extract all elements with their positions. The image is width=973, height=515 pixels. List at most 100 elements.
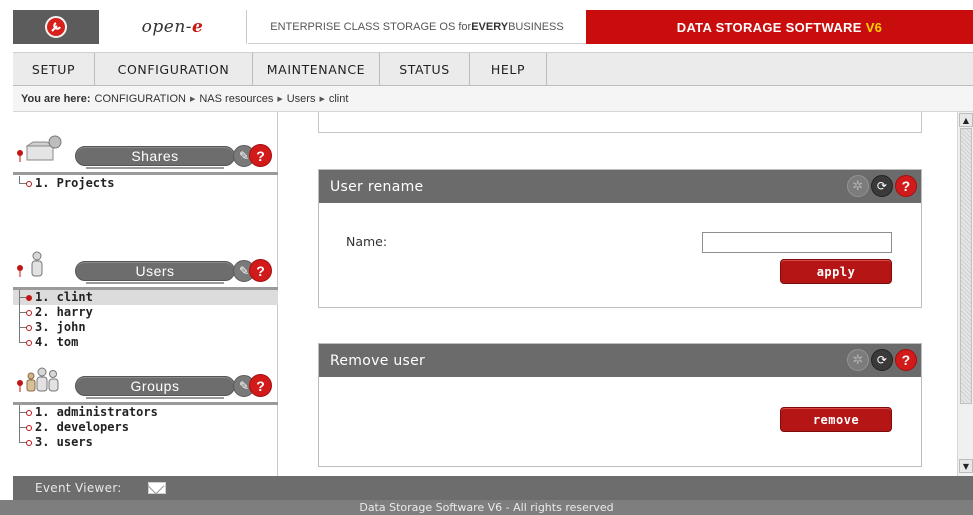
tree-vertical-line	[19, 427, 20, 435]
breadcrumb-arrow-icon: ▶	[189, 95, 196, 103]
name-input[interactable]	[702, 232, 892, 253]
logo-cell	[13, 10, 99, 44]
event-viewer-bar: Event Viewer:	[13, 476, 973, 500]
user-item[interactable]: 4. tom	[13, 335, 278, 350]
user-rename-header: User rename ✲ ⟳ ?	[319, 170, 921, 203]
sidebar: Shares ✎ ? 1. Projects Users ✎ ? 1. clin…	[13, 112, 278, 476]
brand-text: open-	[141, 17, 193, 37]
breadcrumb-configuration[interactable]: CONFIGURATION	[95, 93, 186, 105]
remove-user-header: Remove user ✲ ⟳ ?	[319, 344, 921, 377]
slogan: ENTERPRISE CLASS STORAGE OS for EVERY BU…	[248, 10, 586, 44]
group-item-label: 1. administrators	[35, 405, 158, 419]
brand-logo: open-e	[142, 17, 204, 37]
shares-tree: 1. Projects	[13, 176, 278, 191]
top-header: open-e ENTERPRISE CLASS STORAGE OS for E…	[0, 0, 973, 52]
previous-section-box	[318, 112, 922, 133]
user-rename-actions: ✲ ⟳ ?	[847, 175, 917, 197]
menu-help[interactable]: HELP	[470, 53, 547, 85]
remove-user-section: Remove user ✲ ⟳ ? remove	[318, 343, 922, 467]
menu-maintenance[interactable]: MAINTENANCE	[253, 53, 380, 85]
tree-node-icon	[26, 425, 32, 431]
brand-cell: open-e	[99, 10, 247, 44]
help-icon[interactable]: ?	[895, 175, 917, 197]
user-item[interactable]: 2. harry	[13, 305, 278, 320]
slogan-bold: EVERY	[471, 20, 509, 33]
user-item-label: 4. tom	[35, 335, 79, 349]
mail-icon[interactable]	[147, 482, 166, 494]
help-icon[interactable]: ?	[895, 349, 917, 371]
breadcrumb-nas-resources[interactable]: NAS resources	[199, 93, 273, 105]
menu-status[interactable]: STATUS	[380, 53, 470, 85]
users-panel-header: Users ✎ ?	[13, 243, 278, 284]
tree-vertical-line	[19, 297, 20, 305]
users-tree: 1. clint 2. harry 3. john 4. tom	[13, 290, 278, 350]
menu-configuration[interactable]: CONFIGURATION	[95, 53, 253, 85]
main-content: User rename ✲ ⟳ ? Name: apply Remove use…	[279, 112, 957, 476]
group-item-label: 2. developers	[35, 420, 129, 434]
tree-node-icon	[26, 325, 32, 331]
tree-vertical-line	[19, 327, 20, 335]
user-item-label: 3. john	[35, 320, 86, 334]
wrench-logo-icon	[45, 16, 67, 38]
scroll-down-arrow-icon[interactable]: ▼	[959, 459, 973, 473]
apply-button[interactable]: apply	[780, 259, 892, 284]
tree-node-icon	[26, 310, 32, 316]
tree-node-icon	[26, 340, 32, 346]
tree-node-icon	[26, 181, 32, 187]
tree-vertical-line	[19, 412, 20, 420]
scrollbar-thumb[interactable]	[960, 128, 972, 404]
group-icon	[17, 367, 59, 392]
tree-node-icon	[26, 295, 32, 301]
vertical-scrollbar[interactable]: ▲ ▼	[957, 112, 973, 476]
product-name: DATA STORAGE SOFTWARE	[676, 19, 862, 35]
breadcrumb-arrow-icon: ▶	[319, 95, 325, 103]
remove-user-title: Remove user	[330, 352, 426, 369]
users-title: Users	[75, 261, 235, 284]
share-item[interactable]: 1. Projects	[13, 176, 278, 191]
user-item-label: 1. clint	[35, 290, 93, 304]
shares-title: Shares	[75, 146, 235, 169]
breadcrumb-users[interactable]: Users	[287, 93, 316, 105]
tree-node-icon	[26, 410, 32, 416]
shares-panel-header: Shares ✎ ?	[13, 128, 278, 169]
tree-node-icon	[26, 440, 32, 446]
user-item-selected[interactable]: 1. clint	[13, 290, 278, 305]
users-help-icon[interactable]: ?	[249, 259, 272, 282]
user-rename-section: User rename ✲ ⟳ ? Name: apply	[318, 169, 922, 308]
breadcrumb: You are here: CONFIGURATION ▶ NAS resour…	[13, 86, 973, 112]
gear-icon[interactable]: ✲	[847, 349, 869, 371]
groups-title: Groups	[75, 376, 235, 399]
group-item[interactable]: 1. administrators	[13, 405, 278, 420]
gear-icon[interactable]: ✲	[847, 175, 869, 197]
brand-accent: e	[192, 17, 204, 37]
shares-divider	[13, 172, 278, 175]
name-label: Name:	[346, 234, 388, 249]
slogan-prefix: ENTERPRISE CLASS STORAGE OS for	[270, 20, 472, 33]
tree-vertical-line	[19, 312, 20, 320]
refresh-icon[interactable]: ⟳	[871, 349, 893, 371]
remove-button[interactable]: remove	[780, 407, 892, 432]
refresh-icon[interactable]: ⟳	[871, 175, 893, 197]
product-version: V6	[865, 19, 883, 35]
scroll-up-arrow-icon[interactable]: ▲	[959, 113, 973, 127]
group-item-label: 3. users	[35, 435, 93, 449]
menu-setup[interactable]: SETUP	[13, 53, 95, 85]
share-item-label: 1. Projects	[35, 176, 115, 190]
main-menu: SETUP CONFIGURATION MAINTENANCE STATUS H…	[13, 52, 973, 86]
shares-help-icon[interactable]: ?	[249, 144, 272, 167]
breadcrumb-clint[interactable]: clint	[329, 93, 349, 105]
user-icon	[17, 251, 43, 277]
breadcrumb-arrow-icon: ▶	[277, 95, 283, 103]
product-banner: DATA STORAGE SOFTWARE V6	[586, 10, 973, 44]
breadcrumb-label: You are here:	[21, 92, 91, 105]
share-folder-icon	[17, 135, 62, 162]
slogan-suffix: BUSINESS	[508, 20, 564, 33]
user-rename-title: User rename	[330, 178, 424, 195]
copyright-text: Data Storage Software V6 - All rights re…	[359, 501, 614, 514]
event-viewer-label: Event Viewer:	[35, 481, 122, 495]
group-item[interactable]: 3. users	[13, 435, 278, 450]
groups-help-icon[interactable]: ?	[249, 374, 272, 397]
user-item[interactable]: 3. john	[13, 320, 278, 335]
group-item[interactable]: 2. developers	[13, 420, 278, 435]
copyright-bar: Data Storage Software V6 - All rights re…	[0, 500, 973, 515]
